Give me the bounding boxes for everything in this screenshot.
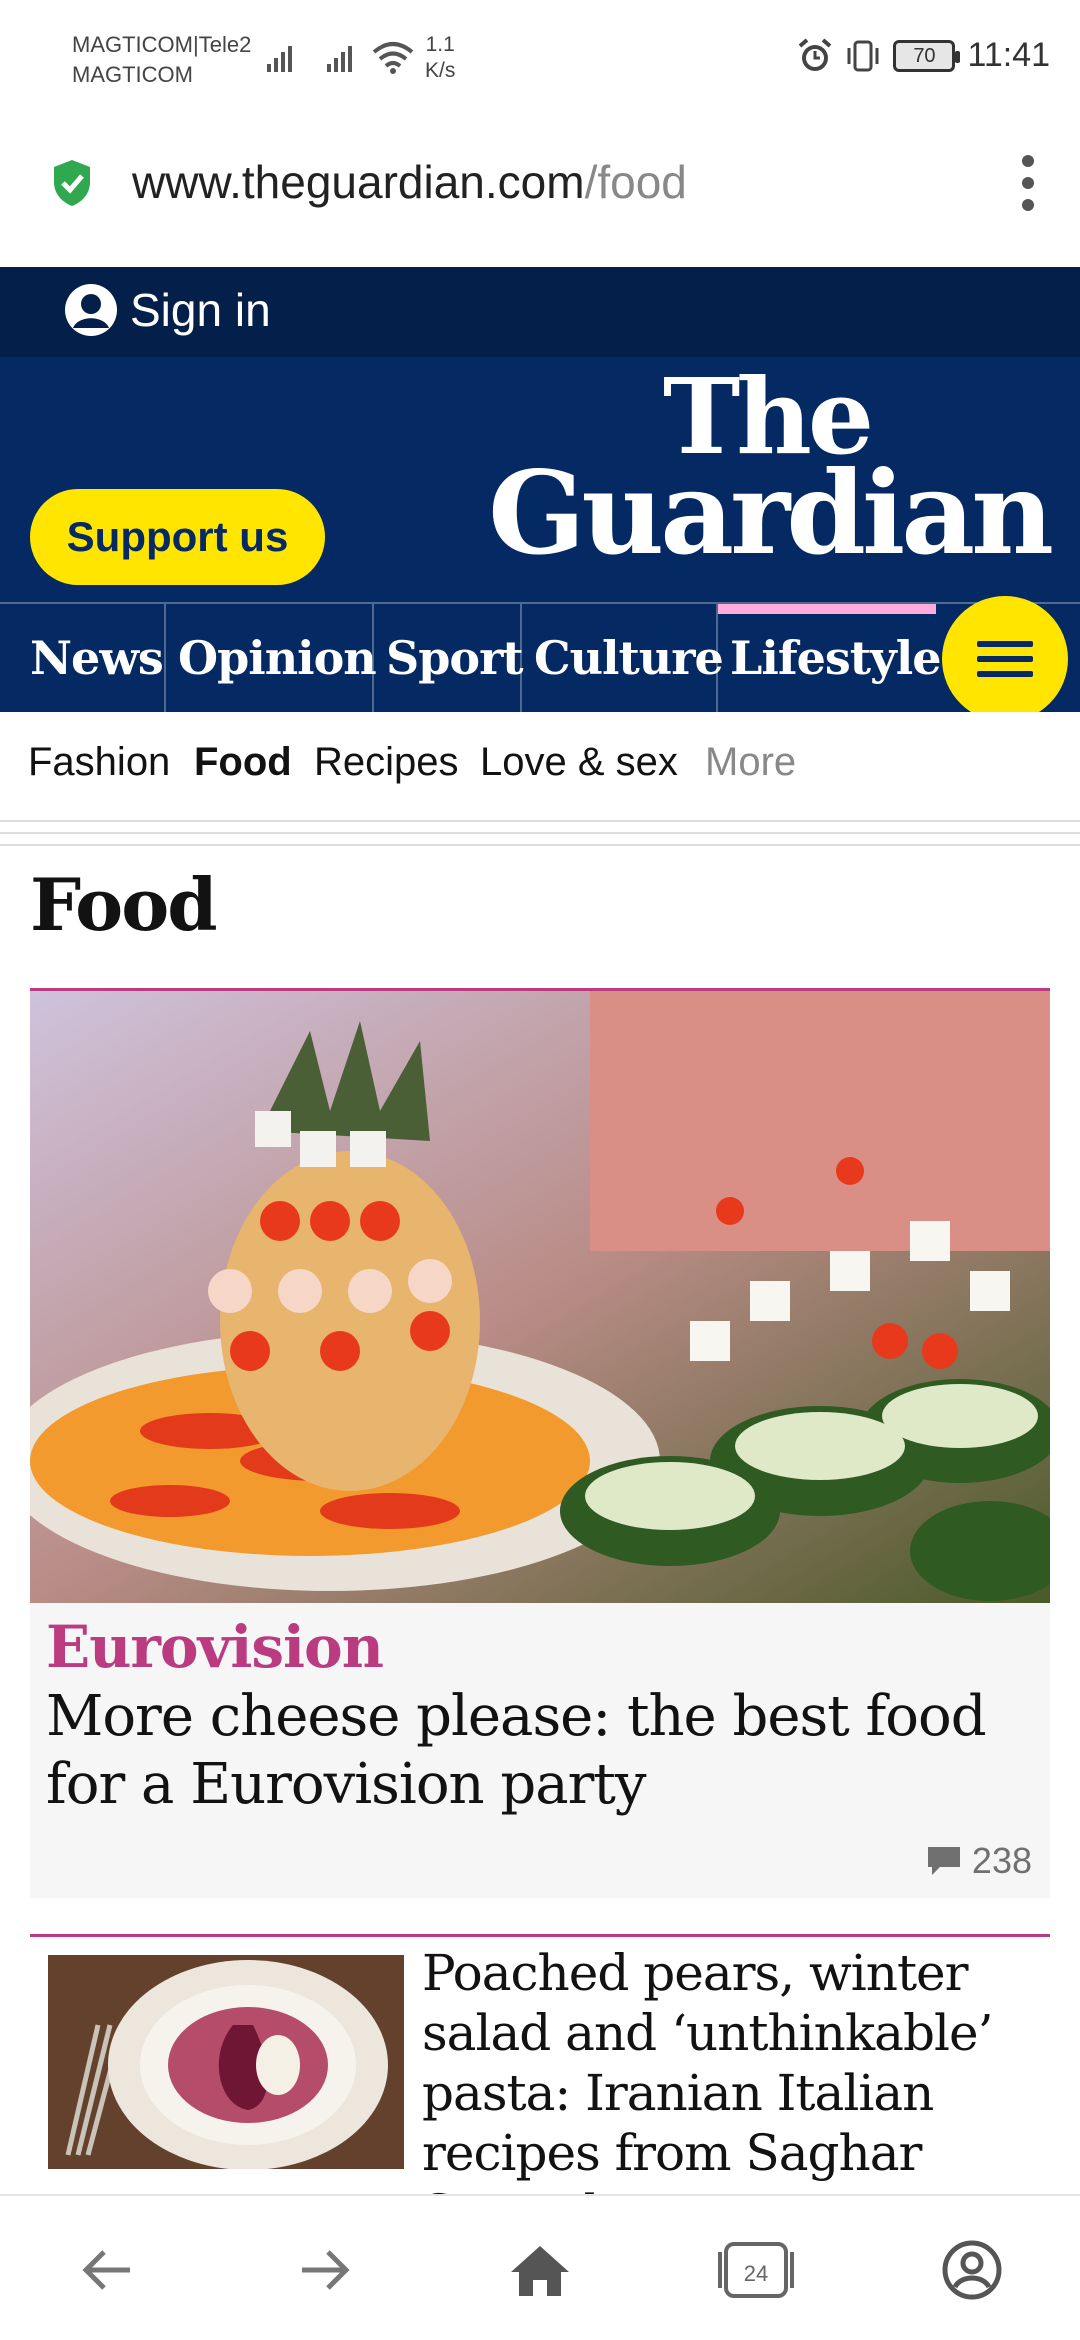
network-speed: 1.1 K/s <box>425 33 456 82</box>
pillar-news[interactable]: News <box>18 604 166 712</box>
alarm-icon <box>799 37 832 71</box>
feature-kicker[interactable]: Eurovision <box>46 1611 1036 1683</box>
forward-icon[interactable] <box>286 2232 362 2308</box>
subnav-fashion[interactable]: Fashion <box>28 740 170 785</box>
page-title: Food <box>30 862 218 947</box>
vibrate-icon <box>847 40 879 71</box>
comment-count-value: 238 <box>971 1840 1032 1881</box>
clock: 11:41 <box>967 36 1050 74</box>
sign-in-link[interactable]: Sign in <box>64 283 271 337</box>
home-icon[interactable] <box>502 2232 578 2308</box>
browser-bottom-nav: 24 <box>0 2194 1080 2340</box>
pillar-culture[interactable]: Culture <box>522 604 724 712</box>
carrier-info: MAGTICOM|Tele2 MAGTICOM <box>72 30 251 90</box>
status-right: 70 11:41 <box>797 36 1050 75</box>
subnav: Fashion Food Recipes Love & sex More <box>0 712 1080 820</box>
feature-image <box>30 991 1050 1603</box>
pillar-lifestyle[interactable]: Lifestyle <box>718 604 942 712</box>
pillar-opinion[interactable]: Opinion <box>166 604 377 712</box>
carrier-1: MAGTICOM|Tele2 <box>72 32 252 57</box>
feature-headline[interactable]: More cheese please: the best food for a … <box>46 1683 1036 1819</box>
masthead: Support us The Guardian <box>0 357 1080 602</box>
pillar-nav: News Opinion Sport Culture Lifestyle <box>0 596 1080 722</box>
user-icon <box>65 284 117 336</box>
account-icon[interactable] <box>934 2232 1010 2308</box>
browser-url-bar[interactable]: www.theguardian.com/food <box>0 125 1080 267</box>
tabs-count: 24 <box>743 2261 769 2286</box>
subnav-food[interactable]: Food <box>194 740 292 785</box>
feature-card[interactable]: Eurovision More cheese please: the best … <box>30 988 1050 1898</box>
subnav-more[interactable]: More <box>705 740 796 785</box>
guardian-logo[interactable]: The Guardian <box>488 365 1054 571</box>
url-text[interactable]: www.theguardian.com/food <box>132 155 687 209</box>
signin-bar: Sign in <box>0 267 1080 357</box>
battery-icon: 70 <box>893 39 961 72</box>
article-thumbnail <box>48 1955 404 2169</box>
subnav-love-sex[interactable]: Love & sex <box>480 740 678 785</box>
article-card[interactable]: Poached pears, winter salad and ‘unthink… <box>30 1934 1050 2194</box>
back-icon[interactable] <box>70 2232 146 2308</box>
feature-text: Eurovision More cheese please: the best … <box>46 1611 1036 1819</box>
section-divider <box>0 820 1080 856</box>
status-bar: MAGTICOM|Tele2 MAGTICOM 1.1 K/s 70 11:41 <box>0 0 1080 125</box>
comment-count[interactable]: 238 <box>926 1840 1032 1882</box>
sign-in-label: Sign in <box>130 284 271 336</box>
comment-icon <box>927 1847 960 1875</box>
article-headline[interactable]: Poached pears, winter salad and ‘unthink… <box>422 1943 1042 2194</box>
signal-icon <box>327 46 352 72</box>
carrier-2: MAGTICOM <box>72 62 193 87</box>
pillar-sport[interactable]: Sport <box>374 604 524 712</box>
support-us-button[interactable]: Support us <box>30 489 325 585</box>
more-options-icon[interactable] <box>1018 155 1038 215</box>
signal-icon <box>267 46 292 72</box>
tabs-icon[interactable]: 24 <box>718 2232 794 2308</box>
secure-shield-icon <box>54 160 90 206</box>
wifi-icon <box>372 42 414 74</box>
subnav-recipes[interactable]: Recipes <box>314 740 459 785</box>
menu-icon[interactable] <box>942 596 1068 722</box>
